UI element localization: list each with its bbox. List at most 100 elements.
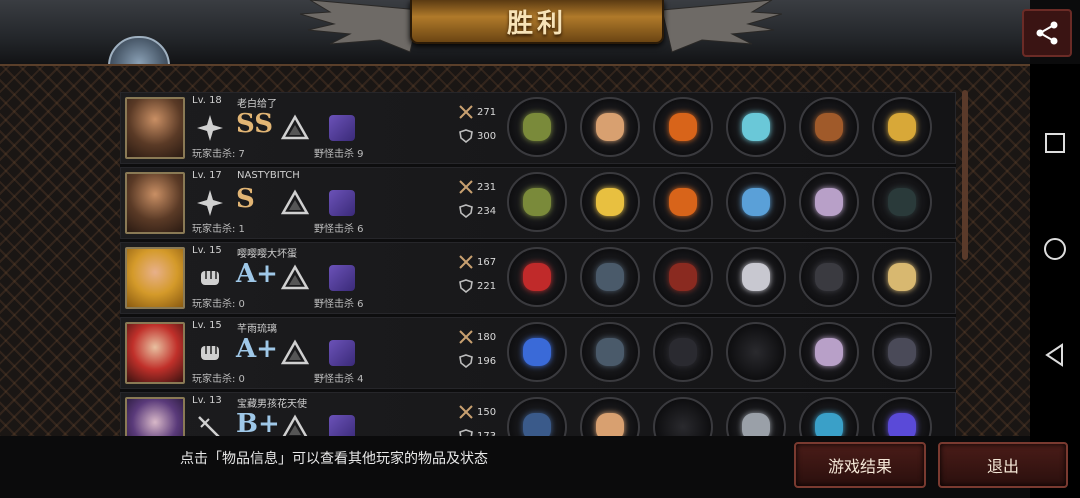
victory-banner: 胜利 [410,0,664,44]
system-nav-bar [1030,64,1080,498]
item-slot[interactable] [653,397,713,438]
crown-icon [596,188,624,216]
rank-icon [281,264,309,290]
shuriken-icon [197,190,223,216]
item-slot[interactable] [580,397,640,438]
pocket-watch-icon [888,263,916,291]
item-slot[interactable] [580,247,640,307]
fire-armor-icon [669,188,697,216]
player-row[interactable]: Lv. 13 宝藏男孩花天使 B+ 玩家击杀: 0 野怪击杀 3 150 173 [120,392,956,438]
crossed-swords-icon [459,330,473,344]
monster-icon [329,415,355,438]
item-slot[interactable] [580,172,640,232]
banner-icon [888,338,916,366]
player-portrait[interactable] [125,97,185,159]
item-slot[interactable] [507,322,567,382]
item-slot[interactable] [653,322,713,382]
red-wing-icon [523,263,551,291]
attack-stat: 231 [459,180,496,194]
monster-kills: 野怪击杀 6 [314,224,364,235]
crossed-swords-icon [459,105,473,119]
item-slot[interactable] [726,322,786,382]
item-slot[interactable] [726,97,786,157]
player-kills: 玩家击杀: 0 [192,299,245,310]
player-portrait[interactable] [125,247,185,309]
item-slot[interactable] [726,397,786,438]
item-slot[interactable] [653,247,713,307]
defense-value: 234 [477,205,497,217]
shield-icon [459,204,473,218]
player-portrait[interactable] [125,322,185,384]
item-slot[interactable] [799,247,859,307]
empty-slot-icon [669,413,697,438]
victory-title: 胜利 [506,8,567,39]
player-name: NASTYBITCH [237,170,300,181]
item-slot[interactable] [580,97,640,157]
item-slot[interactable] [872,322,932,382]
player-row[interactable]: Lv. 18 老白给了 SS 玩家击杀: 7 野怪击杀 9 271 300 [120,92,956,164]
defense-stat: 196 [459,354,496,368]
player-name: 嘤嘤嘤大坏蛋 [237,249,297,260]
player-level: Lv. 18 [192,95,222,106]
item-slot[interactable] [507,172,567,232]
monster-icon [329,265,355,291]
boots-icon [815,188,843,216]
player-row[interactable]: Lv. 15 芊雨琉璃 A+ 玩家击杀: 0 野怪击杀 4 180 196 [120,317,956,389]
shield-icon [459,354,473,368]
top-scene: 胜利 [0,0,1030,76]
home-icon[interactable] [1042,236,1068,262]
item-slot[interactable] [872,97,932,157]
item-row [507,397,945,438]
sword-icon [198,416,222,438]
player-name: 老白给了 [237,99,277,110]
share-button[interactable] [1022,9,1072,57]
fist-icon [201,346,219,360]
monster-kills: 野怪击杀 6 [314,299,364,310]
back-icon[interactable] [1042,342,1068,368]
monster-icon [329,190,355,216]
defense-value: 196 [477,355,497,367]
winged-blade-icon [596,413,624,438]
hint-text: 点击「物品信息」可以查看其他玩家的物品及状态 [180,451,488,467]
item-slot[interactable] [872,172,932,232]
player-portrait[interactable] [125,397,185,438]
shield-icon [459,129,473,143]
item-slot[interactable] [507,247,567,307]
game-results-button[interactable]: 游戏结果 [794,442,926,488]
fist-icon [201,271,219,285]
item-slot[interactable] [799,172,859,232]
item-slot[interactable] [507,397,567,438]
player-row[interactable]: Lv. 17 NASTYBITCH S 玩家击杀: 1 野怪击杀 6 231 2… [120,167,956,239]
scope-icon [888,188,916,216]
item-slot[interactable] [507,97,567,157]
grenade-icon [523,113,551,141]
grade-badge: SS [236,109,273,139]
dark-gauntlet-icon [815,263,843,291]
item-slot[interactable] [653,97,713,157]
crystal-blade-icon [742,113,770,141]
exit-button[interactable]: 退出 [938,442,1068,488]
right-wing-ornament [662,0,782,53]
blue-boots-icon [815,413,843,438]
grade-badge: A+ [236,334,278,364]
item-slot[interactable] [726,247,786,307]
recent-apps-icon[interactable] [1042,130,1068,156]
boots-icon [815,338,843,366]
share-icon [1036,21,1058,45]
player-portrait[interactable] [125,172,185,234]
shuriken-icon [197,115,223,141]
item-slot[interactable] [653,172,713,232]
player-row[interactable]: Lv. 15 嘤嘤嘤大坏蛋 A+ 玩家击杀: 0 野怪击杀 6 167 221 [120,242,956,314]
grade-badge: A+ [236,259,278,289]
item-slot[interactable] [799,322,859,382]
list-scrollbar[interactable] [962,90,968,260]
item-slot[interactable] [872,397,932,438]
item-slot[interactable] [726,172,786,232]
attack-value: 231 [477,181,497,193]
item-slot[interactable] [872,247,932,307]
item-slot[interactable] [799,397,859,438]
item-slot[interactable] [799,97,859,157]
fire-armor-icon [669,113,697,141]
attack-stat: 180 [459,330,496,344]
item-slot[interactable] [580,322,640,382]
